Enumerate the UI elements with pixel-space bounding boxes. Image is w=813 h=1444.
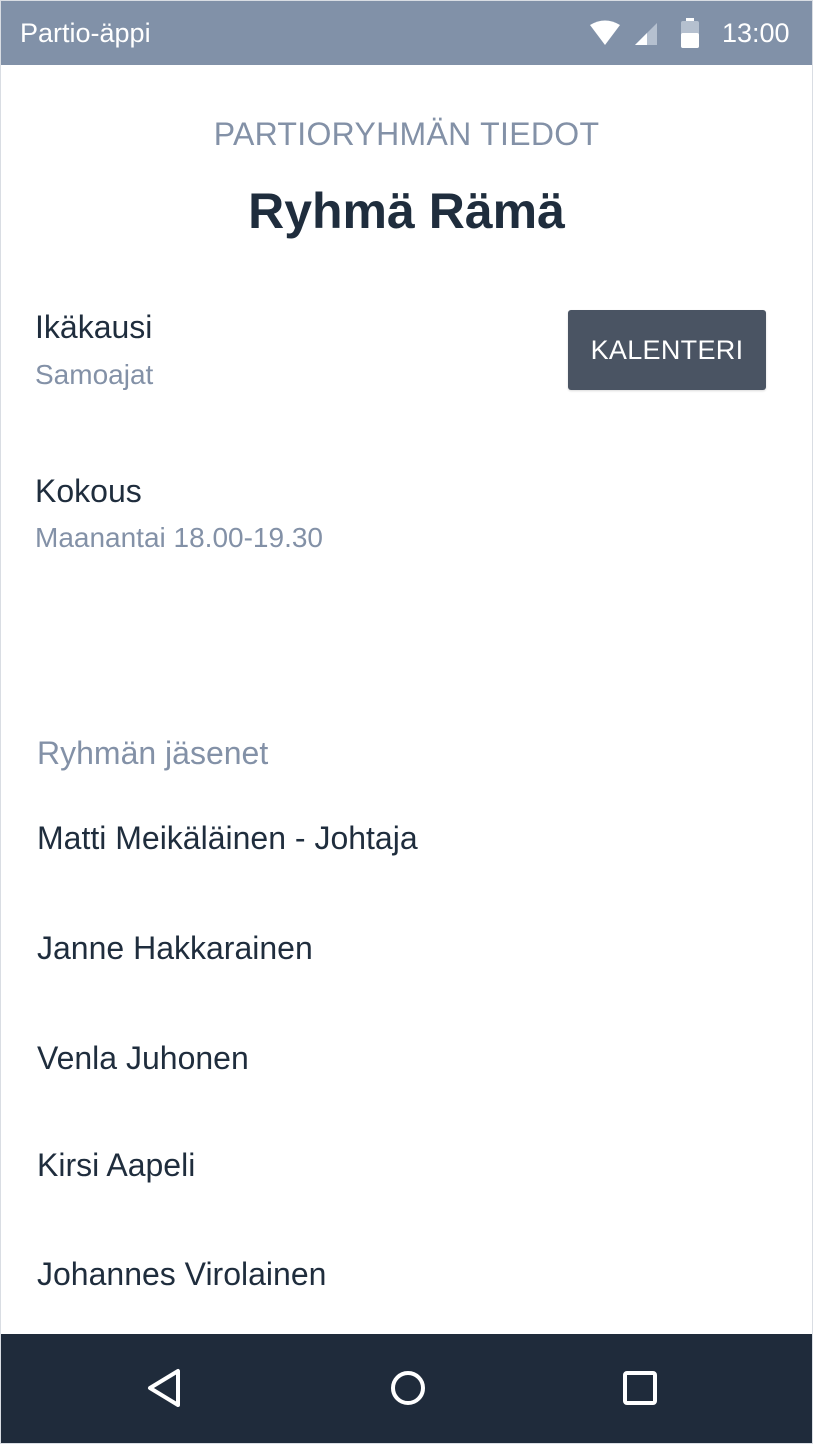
page-subtitle: PARTIORYHMÄN TIEDOT [213, 116, 600, 152]
member-list-item[interactable]: Janne Hakkarainen [37, 928, 313, 968]
member-list-item[interactable]: Venla Juhonen [37, 1038, 249, 1078]
app-screen: Partio-äppi 13:00 PARTIORYHMÄN TIEDOT Ry… [0, 0, 813, 1444]
age-group-label: Ikäkausi [35, 309, 153, 345]
recents-button[interactable] [614, 1362, 666, 1414]
status-app-name: Partio-äppi [20, 18, 151, 48]
signal-icon [633, 21, 659, 52]
home-button[interactable] [382, 1362, 434, 1414]
member-list-item[interactable]: Johannes Virolainen [37, 1254, 326, 1294]
back-icon [148, 1369, 180, 1407]
recents-icon [623, 1371, 657, 1405]
status-bar: Partio-äppi 13:00 [1, 1, 812, 65]
meeting-label: Kokous [35, 473, 142, 509]
back-button[interactable] [141, 1362, 193, 1414]
battery-icon [681, 18, 699, 53]
status-time: 13:00 [722, 18, 790, 48]
wifi-icon [590, 20, 620, 51]
meeting-value: Maanantai 18.00-19.30 [35, 522, 323, 553]
navigation-bar [1, 1334, 812, 1443]
age-group-value: Samoajat [35, 359, 154, 390]
calendar-button[interactable]: KALENTERI [568, 310, 766, 390]
page-title: Ryhmä Rämä [248, 183, 565, 239]
members-heading: Ryhmän jäsenet [37, 735, 269, 771]
home-icon [391, 1371, 425, 1405]
member-list-item[interactable]: Matti Meikäläinen - Johtaja [37, 818, 418, 858]
member-list-item[interactable]: Kirsi Aapeli [37, 1145, 195, 1185]
